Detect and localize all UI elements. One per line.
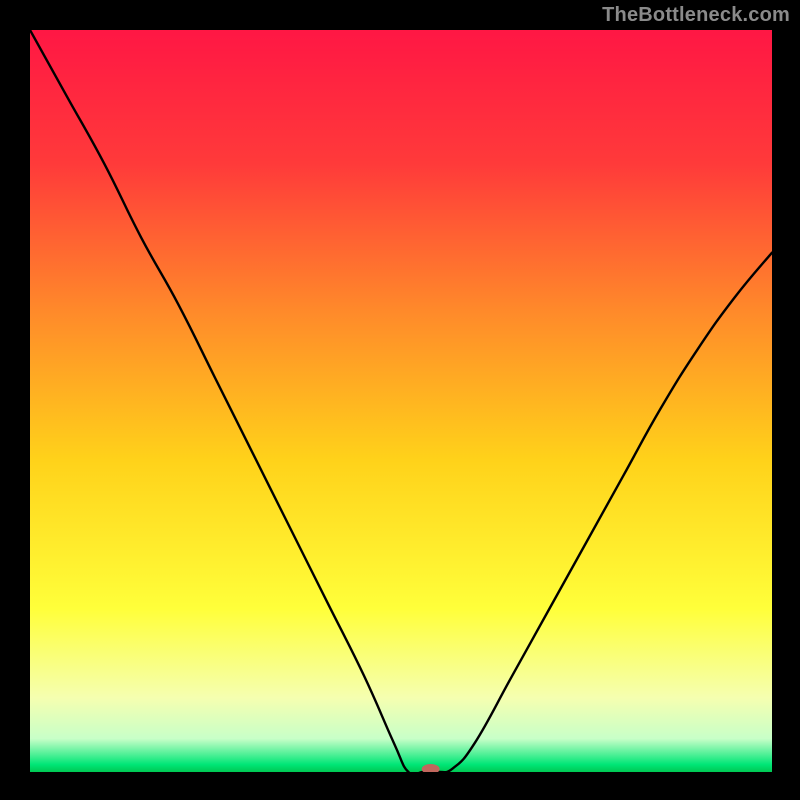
- watermark-text: TheBottleneck.com: [602, 4, 790, 27]
- plot-area: [30, 30, 772, 772]
- gradient-background: [30, 30, 772, 772]
- bottleneck-chart: [30, 30, 772, 772]
- chart-frame: TheBottleneck.com: [0, 0, 800, 800]
